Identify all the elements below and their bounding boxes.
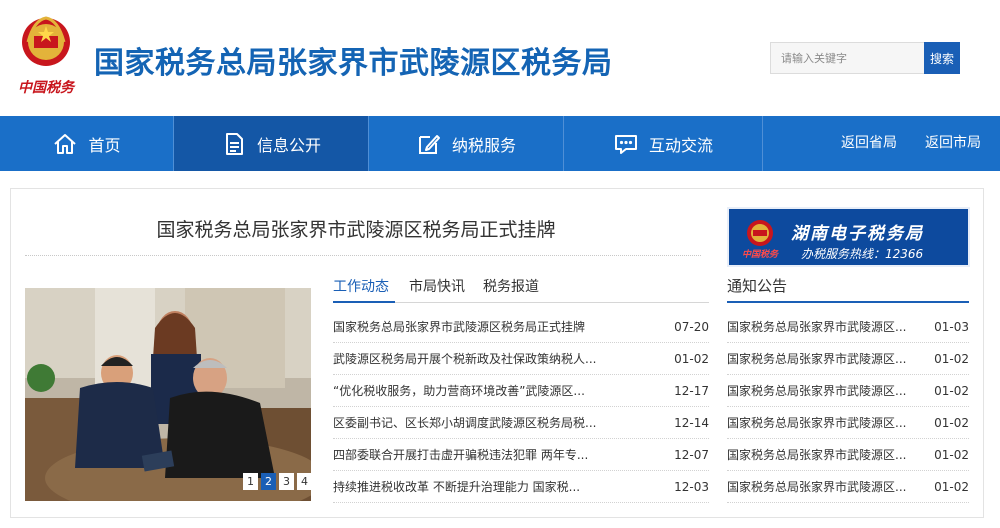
- edit-icon: [418, 134, 440, 154]
- news-item[interactable]: 国家税务总局张家界市武陵源区税务局正式挂牌 07-20: [333, 311, 709, 343]
- notice-title: 国家税务总局张家界市武陵源区...: [727, 320, 907, 334]
- nav-link-province[interactable]: 返回省局: [841, 116, 897, 171]
- news-date: 12-17: [674, 384, 709, 398]
- banner-title: 湖南电子税务局: [791, 224, 924, 244]
- notice-underline: [727, 301, 969, 303]
- tab-tax-report[interactable]: 税务报道: [483, 275, 539, 299]
- news-title: 四部委联合开展打击虚开骗税违法犯罪 两年专...: [333, 448, 589, 462]
- photo-image: [25, 288, 311, 501]
- content-panel: 国家税务总局张家界市武陵源区税务局正式挂牌 中国税务 湖南电子税务局 办税服务热…: [10, 188, 984, 518]
- tab-active-indicator: [333, 301, 395, 303]
- news-title: “优化税收服务，助力营商环境改善”武陵源区...: [333, 384, 585, 398]
- nav-label-interaction: 互动交流: [648, 135, 713, 155]
- nav-item-service[interactable]: 纳税服务: [369, 116, 563, 171]
- notice-item[interactable]: 国家税务总局张家界市武陵源区... 01-02: [727, 343, 969, 375]
- nav-label-service: 纳税服务: [451, 135, 516, 155]
- search-input[interactable]: [770, 42, 924, 74]
- slider-page-4[interactable]: 4: [297, 473, 311, 490]
- news-date: 07-20: [674, 320, 709, 334]
- e-tax-banner[interactable]: 中国税务 湖南电子税务局 办税服务热线：12366: [727, 207, 970, 267]
- notice-title: 国家税务总局张家界市武陵源区...: [727, 352, 907, 366]
- notice-date: 01-02: [934, 448, 969, 462]
- notice-list: 国家税务总局张家界市武陵源区... 01-03 国家税务总局张家界市武陵源区...…: [727, 311, 969, 503]
- notice-date: 01-02: [934, 480, 969, 494]
- headline-divider: [25, 255, 701, 256]
- site-header: 中国税务 国家税务总局张家界市武陵源区税务局 搜索: [0, 0, 1000, 116]
- notice-item[interactable]: 国家税务总局张家界市武陵源区... 01-02: [727, 439, 969, 471]
- slider-page-1[interactable]: 1: [243, 473, 258, 490]
- notice-item[interactable]: 国家税务总局张家界市武陵源区... 01-03: [727, 311, 969, 343]
- notice-title: 国家税务总局张家界市武陵源区...: [727, 448, 907, 462]
- news-title: 国家税务总局张家界市武陵源区税务局正式挂牌: [333, 320, 586, 334]
- home-icon: [54, 133, 77, 154]
- nav-item-info[interactable]: 信息公开: [174, 116, 368, 171]
- notice-date: 01-02: [934, 384, 969, 398]
- nav-label-info: 信息公开: [256, 135, 321, 155]
- notice-title: 国家税务总局张家界市武陵源区...: [727, 480, 907, 494]
- search-button[interactable]: 搜索: [924, 42, 960, 74]
- news-title: 区委副书记、区长郑小胡调度武陵源区税务局税...: [333, 416, 597, 430]
- notice-title: 国家税务总局张家界市武陵源区...: [727, 384, 907, 398]
- news-item[interactable]: 持续推进税收改革 不断提升治理能力 国家税... 12-03: [333, 471, 709, 503]
- slider-page-2[interactable]: 2: [261, 473, 276, 490]
- news-item[interactable]: 区委副书记、区长郑小胡调度武陵源区税务局税... 12-14: [333, 407, 709, 439]
- notice-item[interactable]: 国家税务总局张家界市武陵源区... 01-02: [727, 471, 969, 503]
- news-tabs: 工作动态 市局快讯 税务报道: [333, 275, 709, 303]
- main-nav: 首页 信息公开 纳税服务 互动交流 返回省局 返回市局: [0, 116, 1000, 171]
- news-date: 12-14: [674, 416, 709, 430]
- news-date: 01-02: [674, 352, 709, 366]
- notice-heading[interactable]: 通知公告: [727, 275, 787, 296]
- slider-page-3[interactable]: 3: [279, 473, 294, 490]
- notice-date: 01-03: [934, 320, 969, 334]
- nav-divider: [762, 116, 763, 171]
- slider-pager: 1 2 3 4: [243, 473, 311, 490]
- tax-logo-icon: 中国税务: [742, 220, 780, 260]
- news-item[interactable]: “优化税收服务，助力营商环境改善”武陵源区... 12-17: [333, 375, 709, 407]
- news-title: 持续推进税收改革 不断提升治理能力 国家税...: [333, 480, 581, 494]
- nav-item-home[interactable]: 首页: [0, 116, 173, 171]
- notice-item[interactable]: 国家税务总局张家界市武陵源区... 01-02: [727, 407, 969, 439]
- notice-date: 01-02: [934, 416, 969, 430]
- tax-emblem-icon: 中国税务: [18, 16, 76, 96]
- site-title: 国家税务总局张家界市武陵源区税务局: [94, 46, 613, 81]
- news-photo[interactable]: 1 2 3 4: [25, 288, 311, 501]
- chat-icon: [614, 134, 637, 154]
- nav-item-interaction[interactable]: 互动交流: [564, 116, 762, 171]
- news-item[interactable]: 武陵源区税务局开展个税新政及社保政策纳税人... 01-02: [333, 343, 709, 375]
- document-icon: [225, 132, 243, 155]
- news-item[interactable]: 四部委联合开展打击虚开骗税违法犯罪 两年专... 12-07: [333, 439, 709, 471]
- news-date: 12-03: [674, 480, 709, 494]
- svg-text:中国税务: 中国税务: [742, 249, 780, 260]
- banner-hotline: 办税服务热线：12366: [801, 247, 924, 261]
- headline-link[interactable]: 国家税务总局张家界市武陵源区税务局正式挂牌: [11, 215, 701, 242]
- notice-item[interactable]: 国家税务总局张家界市武陵源区... 01-02: [727, 375, 969, 407]
- nav-link-city[interactable]: 返回市局: [925, 116, 981, 171]
- news-list: 国家税务总局张家界市武陵源区税务局正式挂牌 07-20 武陵源区税务局开展个税新政…: [333, 311, 709, 503]
- notice-title: 国家税务总局张家界市武陵源区...: [727, 416, 907, 430]
- svg-text:中国税务: 中国税务: [18, 79, 76, 96]
- tab-city-news[interactable]: 市局快讯: [409, 275, 465, 299]
- news-date: 12-07: [674, 448, 709, 462]
- notice-date: 01-02: [934, 352, 969, 366]
- nav-label-home: 首页: [88, 135, 121, 155]
- tab-work-news[interactable]: 工作动态: [333, 275, 389, 299]
- news-title: 武陵源区税务局开展个税新政及社保政策纳税人...: [333, 352, 597, 366]
